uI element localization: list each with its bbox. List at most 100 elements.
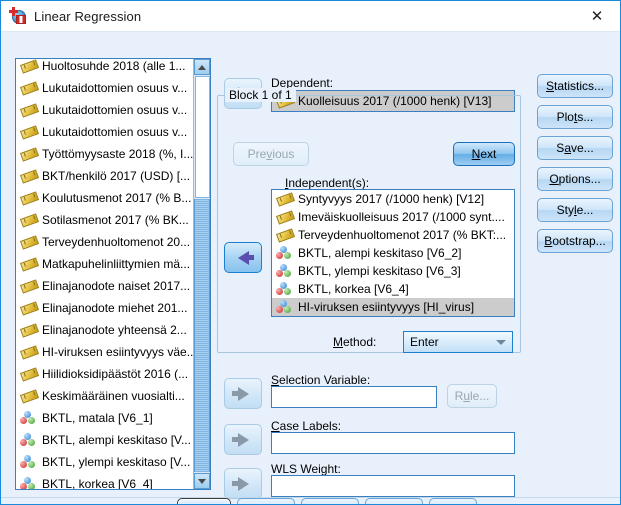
source-variable-item[interactable]: Lukutaidottomien osuus v... [16, 121, 194, 143]
source-variable-item[interactable]: Elinajanodote miehet 201... [16, 297, 194, 319]
independent-variable-item[interactable]: Imeväiskuolleisuus 2017 (/1000 synt.... [272, 208, 514, 226]
scale-measure-icon [276, 210, 294, 225]
source-variable-label: Elinajanodote miehet 201... [42, 301, 188, 315]
dialog-action-bar: OK Paste Reset Cancel Help [1, 498, 620, 504]
source-variable-item[interactable]: Keskimääräinen vuosialti... [16, 385, 194, 407]
scrollbar-track[interactable] [194, 199, 210, 472]
scale-measure-icon [20, 147, 38, 162]
wls-weight-label: WLS Weight: [271, 462, 341, 476]
source-variable-list[interactable]: Huoltosuhde 2018 (alle 1... Lukutaidottom… [15, 58, 211, 490]
independent-variable-label: Terveydenhuoltomenot 2017 (% BKT:... [298, 228, 507, 242]
independent-variable-item[interactable]: Terveydenhuoltomenot 2017 (% BKT:... [272, 226, 514, 244]
statistics-button[interactable]: Statistics... [537, 74, 613, 98]
source-variable-label: Koulutusmenot 2017 (% B... [42, 191, 192, 205]
source-variable-label: BKTL, ylempi keskitaso [V... [42, 455, 191, 469]
rule-button[interactable]: Rule... [447, 384, 497, 408]
statistics-button-label: Statistics... [545, 79, 605, 93]
source-variable-label: Huoltosuhde 2018 (alle 1... [42, 59, 186, 73]
nominal-measure-icon [276, 299, 294, 315]
source-variable-item[interactable]: Työttömyysaste 2018 (%, I... [16, 143, 194, 165]
chevron-down-icon [496, 340, 506, 345]
method-dropdown[interactable]: Enter [403, 331, 513, 353]
independent-variable-label: BKTL, ylempi keskitaso [V6_3] [298, 264, 461, 278]
source-variable-label: Työttömyysaste 2018 (%, I... [42, 147, 194, 161]
nominal-measure-icon [276, 263, 294, 279]
source-variable-item[interactable]: Huoltosuhde 2018 (alle 1... [16, 59, 194, 77]
plots-button-label: Plots... [556, 110, 594, 124]
help-button[interactable]: Help [429, 498, 477, 504]
independents-list[interactable]: Syntyvyys 2017 (/1000 henk) [V12] Imeväis… [271, 189, 515, 317]
scroll-up-icon[interactable] [194, 59, 210, 75]
scale-measure-icon [20, 389, 38, 404]
independent-variable-item[interactable]: BKTL, korkea [V6_4] [272, 280, 514, 298]
source-variable-item[interactable]: Elinajanodote naiset 2017... [16, 275, 194, 297]
source-variable-item[interactable]: BKTL, korkea [V6_4] [16, 473, 194, 489]
independents-label: Independent(s): [285, 176, 370, 190]
method-value: Enter [410, 335, 439, 349]
next-block-button[interactable]: Next [453, 142, 515, 166]
independent-variable-item[interactable]: BKTL, ylempi keskitaso [V6_3] [272, 262, 514, 280]
source-variable-item[interactable]: Elinajanodote yhteensä 2... [16, 319, 194, 341]
scale-measure-icon [20, 125, 38, 140]
source-variable-label: Lukutaidottomien osuus v... [42, 125, 188, 139]
source-variable-label: BKT/henkilö 2017 (USD) [... [42, 169, 191, 183]
scale-measure-icon [20, 191, 38, 206]
source-variable-item[interactable]: HI-viruksen esiintyvyys väe... [16, 341, 194, 363]
plots-button[interactable]: Plots... [537, 105, 613, 129]
bootstrap-button-label: Bootstrap... [544, 234, 606, 248]
case-labels-input[interactable] [271, 432, 515, 454]
source-list-scrollbar[interactable] [193, 59, 210, 489]
source-variable-item[interactable]: Koulutusmenot 2017 (% B... [16, 187, 194, 209]
independent-variable-label: Imeväiskuolleisuus 2017 (/1000 synt.... [298, 210, 505, 224]
source-variable-item[interactable]: Terveydenhuoltomenot 20... [16, 231, 194, 253]
style-button[interactable]: Style... [537, 198, 613, 222]
previous-block-button[interactable]: Previous [233, 142, 309, 166]
source-variable-item[interactable]: BKTL, matala [V6_1] [16, 407, 194, 429]
options-button-label: Options... [549, 172, 601, 186]
source-variable-item[interactable]: Sotilasmenot 2017 (% BK... [16, 209, 194, 231]
source-variable-label: Terveydenhuoltomenot 20... [42, 235, 191, 249]
close-icon[interactable]: ✕ [574, 1, 620, 31]
reset-button[interactable]: Reset [301, 498, 359, 504]
source-variable-label: Lukutaidottomien osuus v... [42, 103, 188, 117]
save-button[interactable]: Save... [537, 136, 613, 160]
window-title: Linear Regression [34, 8, 142, 24]
source-variable-item[interactable]: Lukutaidottomien osuus v... [16, 77, 194, 99]
selection-variable-input[interactable] [271, 386, 437, 408]
move-to-wls-weight-button[interactable] [224, 468, 262, 499]
scale-measure-icon [20, 301, 38, 316]
bootstrap-button[interactable]: Bootstrap... [537, 229, 613, 253]
source-variable-label: Lukutaidottomien osuus v... [42, 81, 188, 95]
cancel-button[interactable]: Cancel [365, 498, 423, 504]
source-variable-item[interactable]: Matkapuhelinliittymien mä... [16, 253, 194, 275]
scrollbar-thumb[interactable] [195, 76, 210, 198]
scroll-down-icon[interactable] [194, 473, 210, 489]
source-variable-rows: Huoltosuhde 2018 (alle 1... Lukutaidottom… [16, 59, 194, 489]
spss-regression-icon [9, 7, 27, 25]
source-variable-item[interactable]: Hiilidioksidipäästöt 2016 (... [16, 363, 194, 385]
source-variable-label: HI-viruksen esiintyvyys väe... [42, 345, 194, 359]
scale-measure-icon [20, 257, 38, 272]
options-button[interactable]: Options... [537, 167, 613, 191]
independent-variable-label: Syntyvyys 2017 (/1000 henk) [V12] [298, 192, 485, 206]
source-variable-label: Hiilidioksidipäästöt 2016 (... [42, 367, 189, 381]
source-variable-item[interactable]: BKTL, ylempi keskitaso [V... [16, 451, 194, 473]
move-to-independents-button[interactable] [224, 242, 262, 273]
nominal-measure-icon [276, 245, 294, 261]
independent-variable-item[interactable]: Syntyvyys 2017 (/1000 henk) [V12] [272, 190, 514, 208]
wls-weight-input[interactable] [271, 475, 515, 497]
paste-button[interactable]: Paste [237, 498, 295, 504]
independent-variable-item[interactable]: HI-viruksen esiintyvyys [HI_virus] [272, 298, 514, 316]
scale-measure-icon [20, 81, 38, 96]
ok-button[interactable]: OK [177, 498, 231, 504]
nominal-measure-icon [20, 410, 38, 426]
method-label: Method: [333, 335, 377, 349]
scale-measure-icon [20, 59, 38, 74]
independent-variable-item[interactable]: BKTL, alempi keskitaso [V6_2] [272, 244, 514, 262]
move-to-selection-variable-button[interactable] [224, 378, 262, 409]
source-variable-item[interactable]: BKTL, alempi keskitaso [V... [16, 429, 194, 451]
independent-variable-label: BKTL, korkea [V6_4] [298, 282, 409, 296]
source-variable-item[interactable]: BKT/henkilö 2017 (USD) [... [16, 165, 194, 187]
move-to-case-labels-button[interactable] [224, 424, 262, 455]
source-variable-item[interactable]: Lukutaidottomien osuus v... [16, 99, 194, 121]
